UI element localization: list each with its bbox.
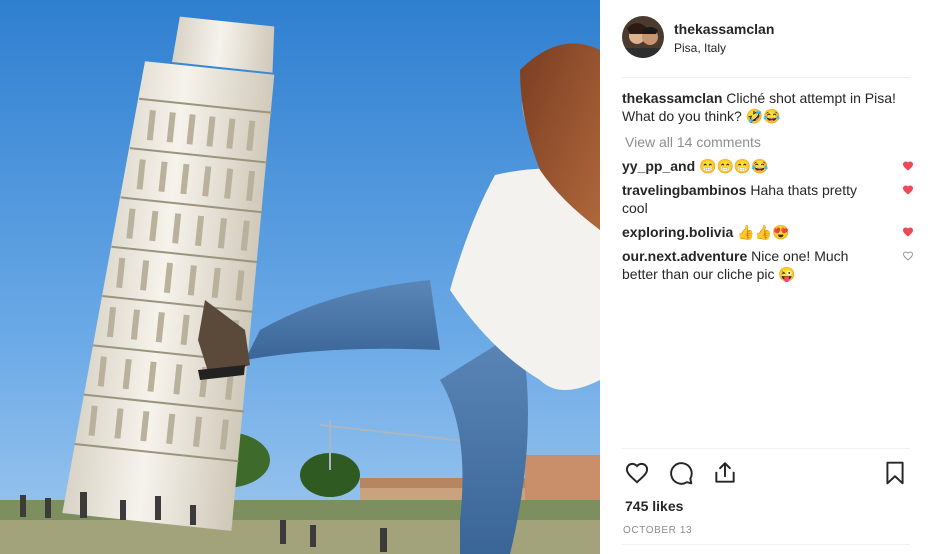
heart-outline-icon[interactable] (902, 250, 914, 262)
liked-heart-icon[interactable] (902, 184, 914, 196)
comment-item: yy_pp_and 😁😁😁😂 (622, 157, 914, 175)
share-icon (715, 462, 735, 483)
comment-username[interactable]: exploring.bolivia (622, 224, 733, 240)
post-actions-bar (622, 458, 910, 488)
likes-count[interactable]: 745 likes (625, 498, 683, 514)
comment-username[interactable]: our.next.adventure (622, 248, 747, 264)
liked-heart-icon[interactable] (902, 160, 914, 172)
comment-username[interactable]: travelingbambinos (622, 182, 746, 198)
comment-text: 😁😁😁😂 (699, 158, 769, 174)
comment-item: our.next.adventure Nice one! Much better… (622, 247, 914, 283)
post-author-username[interactable]: thekassamclan (674, 21, 774, 38)
post-date[interactable]: OCTOBER 13 (623, 525, 692, 536)
heart-icon (625, 462, 649, 484)
comment-button[interactable] (666, 458, 696, 488)
add-comment-divider (622, 544, 910, 545)
bookmark-icon (886, 461, 904, 485)
comment-item: exploring.bolivia 👍👍😍 (622, 223, 914, 241)
post-image-illustration (0, 0, 600, 554)
liked-heart-icon[interactable] (902, 226, 914, 238)
caption-username[interactable]: thekassamclan (622, 90, 722, 106)
comment-username[interactable]: yy_pp_and (622, 158, 695, 174)
avatar-image (622, 16, 664, 58)
actions-divider (622, 448, 910, 449)
header-divider (622, 77, 910, 78)
like-button[interactable] (622, 458, 652, 488)
post-header: thekassamclan Pisa, Italy (622, 16, 910, 76)
comment-item: travelingbambinos Haha thats pretty cool (622, 181, 914, 217)
comments-section: thekassamclan Cliché shot attempt in Pis… (622, 89, 914, 283)
view-all-comments-link[interactable]: View all 14 comments (625, 133, 914, 151)
post-photo[interactable] (0, 0, 600, 554)
share-button[interactable] (710, 458, 740, 488)
post-location[interactable]: Pisa, Italy (674, 41, 774, 56)
comment-text: 👍👍😍 (737, 224, 790, 240)
post-details-panel: thekassamclan Pisa, Italy thekassamclan … (600, 0, 932, 554)
post-caption: thekassamclan Cliché shot attempt in Pis… (622, 89, 914, 125)
comment-icon (670, 462, 693, 485)
save-button[interactable] (880, 458, 910, 488)
avatar[interactable] (622, 16, 664, 58)
